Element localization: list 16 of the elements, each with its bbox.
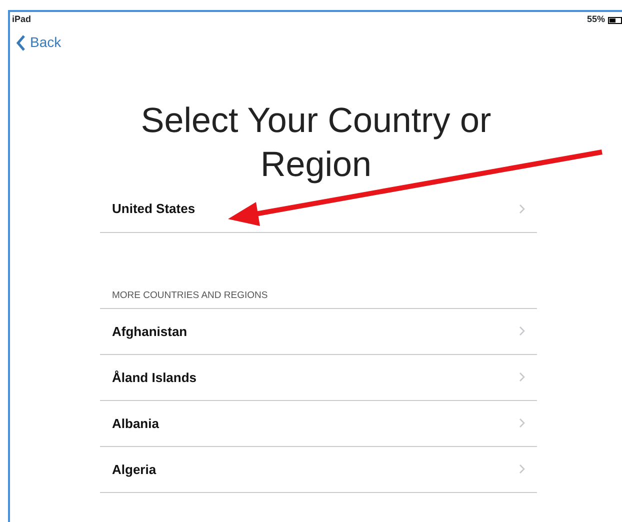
section-header: MORE COUNTRIES AND REGIONS: [100, 288, 537, 309]
device-name: iPad: [12, 13, 32, 26]
back-button[interactable]: Back: [16, 32, 62, 53]
page-title: Select Your Country or Region: [140, 100, 492, 186]
battery-percentage: 55%: [586, 13, 605, 26]
country-row[interactable]: Åland Islands: [100, 354, 537, 401]
country-row[interactable]: Algeria: [100, 446, 537, 493]
chevron-right-icon: [519, 204, 525, 214]
chevron-right-icon: [519, 418, 525, 428]
chevron-left-icon: [16, 34, 26, 50]
battery-icon: [608, 16, 622, 24]
chevron-right-icon: [519, 326, 525, 336]
country-row[interactable]: Albania: [100, 400, 537, 447]
chevron-right-icon: [519, 372, 525, 382]
country-row[interactable]: Afghanistan: [100, 308, 537, 355]
chevron-right-icon: [519, 464, 525, 474]
